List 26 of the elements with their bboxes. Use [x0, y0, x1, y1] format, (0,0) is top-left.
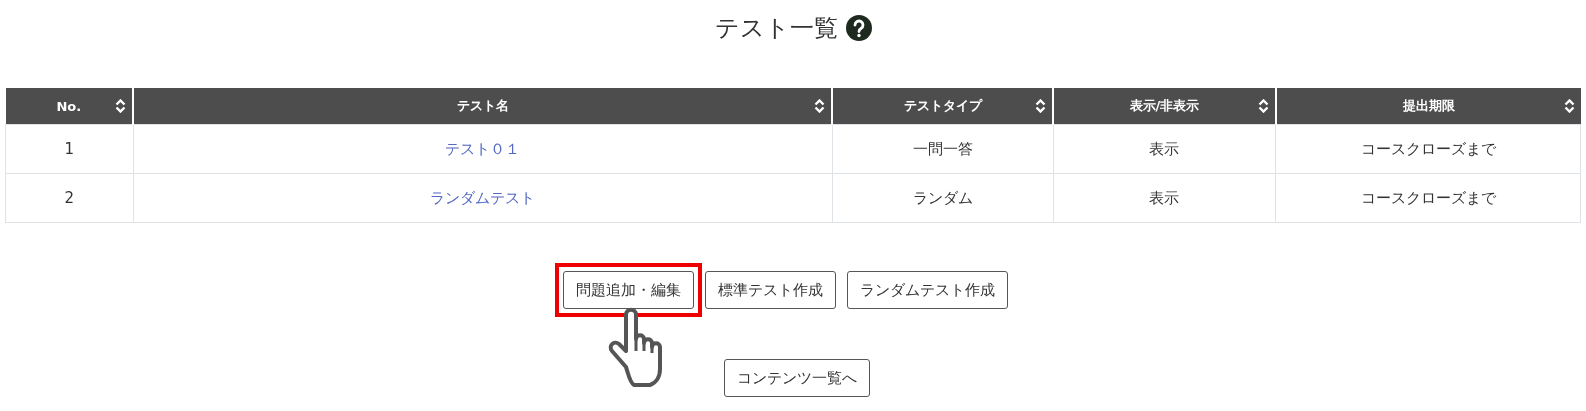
row-number: 1 — [64, 140, 75, 158]
test-name-link[interactable]: ランダムテスト — [430, 188, 536, 208]
sort-icon[interactable] — [115, 99, 127, 113]
deadline: コースクローズまで — [1360, 188, 1496, 208]
test-type: ランダム — [912, 188, 973, 208]
help-icon[interactable] — [845, 15, 872, 41]
column-header[interactable]: テスト名 — [456, 97, 509, 115]
test-type: 一問一答 — [912, 139, 973, 159]
test-name-link[interactable]: テスト０１ — [445, 139, 521, 159]
action-button[interactable]: ランダムテスト作成 — [846, 271, 1008, 309]
visibility-status: 表示 — [1149, 188, 1180, 208]
sort-icon[interactable] — [1035, 99, 1047, 113]
visibility-status: 表示 — [1149, 139, 1180, 159]
sort-icon[interactable] — [1257, 99, 1269, 113]
column-header[interactable]: テストタイプ — [903, 97, 982, 115]
column-header[interactable]: 提出期限 — [1402, 97, 1455, 115]
contents-list-button[interactable]: コンテンツ一覧へ — [724, 359, 870, 397]
column-header[interactable]: 表示/非表示 — [1129, 97, 1200, 115]
deadline: コースクローズまで — [1360, 139, 1496, 159]
sort-icon[interactable] — [814, 99, 826, 113]
action-button[interactable]: 標準テスト作成 — [704, 271, 836, 309]
page-title: テスト一覧 — [714, 13, 838, 44]
column-header[interactable]: No. — [56, 98, 82, 114]
row-number: 2 — [64, 189, 75, 207]
action-button[interactable]: 問題追加・編集 — [562, 271, 694, 309]
sort-icon[interactable] — [1563, 99, 1575, 113]
